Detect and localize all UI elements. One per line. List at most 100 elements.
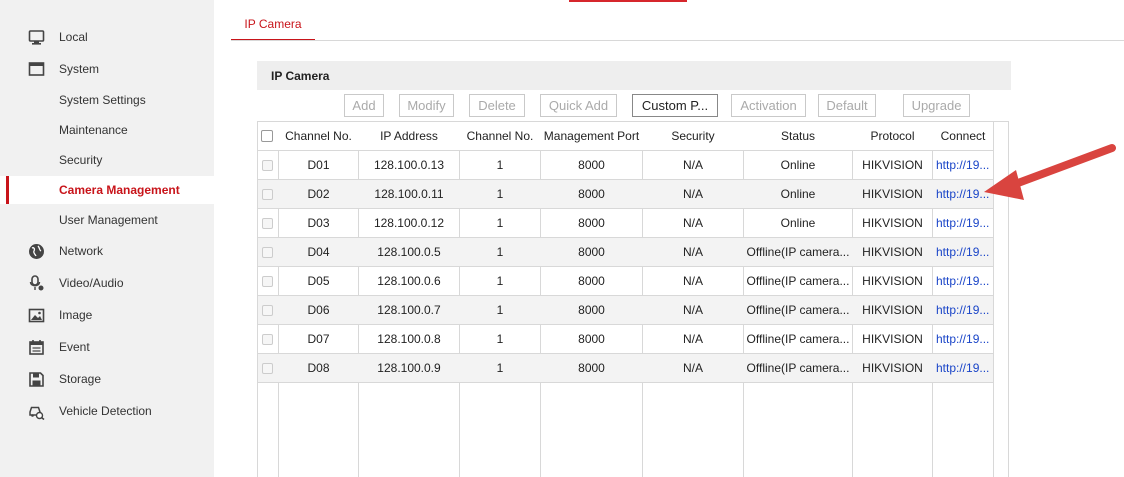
channel-cell: D04 xyxy=(307,245,330,259)
sidebar-item-local[interactable]: Local xyxy=(0,23,214,51)
connect-link[interactable]: http://19... xyxy=(933,354,993,382)
channel-cell: D06 xyxy=(307,303,330,317)
management-port-cell: 8000 xyxy=(578,216,605,230)
custom-protocol-button[interactable]: Custom P... xyxy=(632,94,718,117)
sidebar-item-security[interactable]: Security xyxy=(0,146,214,174)
row-checkbox[interactable] xyxy=(262,160,273,171)
sidebar-item-system-settings[interactable]: System Settings xyxy=(0,86,214,114)
column-header[interactable]: Protocol xyxy=(853,122,932,150)
channel-cell: D05 xyxy=(307,274,330,288)
table-row[interactable]: D05 128.100.0.6 1 8000 N/A Offline(IP camera.… xyxy=(258,267,993,296)
table-row[interactable]: D06 128.100.0.7 1 8000 N/A Offline(IP camera.… xyxy=(258,296,993,325)
sidebar-item-label: Maintenance xyxy=(59,123,128,137)
sidebar-item-user-management[interactable]: User Management xyxy=(0,206,214,234)
ip-camera-table: Channel No. IP Address Channel No. Manag… xyxy=(257,121,1009,477)
connect-link[interactable]: http://19... xyxy=(933,267,993,295)
sidebar-item-system[interactable]: System xyxy=(0,55,214,83)
channel-cell: D03 xyxy=(307,216,330,230)
sidebar-item-event[interactable]: Event xyxy=(0,333,214,361)
protocol-cell: HIKVISION xyxy=(862,245,923,259)
row-checkbox[interactable] xyxy=(262,189,273,200)
security-cell: N/A xyxy=(682,361,703,375)
channel-no-cell: 1 xyxy=(496,158,504,172)
table-row[interactable]: D04 128.100.0.5 1 8000 N/A Offline(IP camera.… xyxy=(258,238,993,267)
row-checkbox[interactable] xyxy=(262,247,273,258)
sidebar-item-maintenance[interactable]: Maintenance xyxy=(0,116,214,144)
row-checkbox[interactable] xyxy=(262,363,273,374)
status-cell: Offline(IP camera... xyxy=(746,303,850,317)
management-port-cell: 8000 xyxy=(578,187,605,201)
connect-link[interactable]: http://19... xyxy=(933,238,993,266)
channel-cell: D07 xyxy=(307,332,330,346)
management-port-cell: 8000 xyxy=(578,245,605,259)
security-cell: N/A xyxy=(682,274,703,288)
ip-address-cell: 128.100.0.9 xyxy=(377,361,441,375)
default-button[interactable]: Default xyxy=(818,94,876,117)
channel-no-cell: 1 xyxy=(496,274,504,288)
sidebar-item-label: Camera Management xyxy=(59,183,180,197)
sidebar-item-image[interactable]: Image xyxy=(0,301,214,329)
channel-no-cell: 1 xyxy=(496,187,504,201)
column-header[interactable]: Management Port xyxy=(541,122,642,150)
table-row[interactable]: D08 128.100.0.9 1 8000 N/A Offline(IP camera.… xyxy=(258,354,993,383)
sidebar: Local System System Settings Maintenance… xyxy=(0,0,214,477)
tab-ip-camera[interactable]: IP Camera xyxy=(231,10,315,41)
channel-no-cell: 1 xyxy=(496,245,504,259)
management-port-cell: 8000 xyxy=(578,274,605,288)
security-cell: N/A xyxy=(682,332,703,346)
sidebar-item-vehicle-detection[interactable]: Vehicle Detection xyxy=(0,397,214,425)
table-row[interactable]: D02 128.100.0.11 1 8000 N/A Online HIKVISION ht… xyxy=(258,180,993,209)
microphone-icon xyxy=(29,275,44,291)
row-checkbox[interactable] xyxy=(262,305,273,316)
connect-link[interactable]: http://19... xyxy=(933,325,993,353)
sidebar-item-label: User Management xyxy=(59,213,158,227)
sidebar-item-label: Event xyxy=(59,340,90,354)
status-cell: Offline(IP camera... xyxy=(746,332,850,346)
add-button[interactable]: Add xyxy=(344,94,384,117)
sidebar-item-label: System Settings xyxy=(59,93,146,107)
sidebar-item-network[interactable]: Network xyxy=(0,237,214,265)
sidebar-item-camera-management[interactable]: Camera Management xyxy=(0,176,214,204)
sidebar-item-label: Video/Audio xyxy=(59,276,124,290)
calendar-icon xyxy=(29,340,44,355)
protocol-cell: HIKVISION xyxy=(862,158,923,172)
quick-add-button[interactable]: Quick Add xyxy=(540,94,617,117)
delete-button[interactable]: Delete xyxy=(469,94,525,117)
select-all-checkbox[interactable] xyxy=(261,130,273,142)
row-checkbox[interactable] xyxy=(262,218,273,229)
row-checkbox[interactable] xyxy=(262,276,273,287)
column-header[interactable]: Status xyxy=(744,122,852,150)
modify-button[interactable]: Modify xyxy=(399,94,454,117)
management-port-cell: 8000 xyxy=(578,158,605,172)
column-header[interactable]: Channel No. xyxy=(460,122,540,150)
security-cell: N/A xyxy=(682,158,703,172)
sidebar-item-storage[interactable]: Storage xyxy=(0,365,214,393)
channel-no-cell: 1 xyxy=(496,303,504,317)
protocol-cell: HIKVISION xyxy=(862,187,923,201)
ip-address-cell: 128.100.0.8 xyxy=(377,332,441,346)
table-row[interactable]: D03 128.100.0.12 1 8000 N/A Online HIKVISION ht… xyxy=(258,209,993,238)
active-indicator xyxy=(6,176,9,204)
sidebar-item-video-audio[interactable]: Video/Audio xyxy=(0,269,214,297)
save-disk-icon xyxy=(29,372,44,387)
table-header-row: Channel No. IP Address Channel No. Manag… xyxy=(258,122,993,151)
channel-cell: D01 xyxy=(307,158,330,172)
sidebar-item-label: Storage xyxy=(59,372,102,386)
connect-link[interactable]: http://19... xyxy=(933,209,993,237)
sidebar-item-label: Vehicle Detection xyxy=(59,404,152,418)
connect-link[interactable]: http://19... xyxy=(933,296,993,324)
globe-icon xyxy=(29,244,44,259)
row-checkbox[interactable] xyxy=(262,334,273,345)
column-header[interactable]: Channel No. xyxy=(279,122,358,150)
channel-no-cell: 1 xyxy=(496,332,504,346)
table-row[interactable]: D01 128.100.0.13 1 8000 N/A Online HIKVISION ht… xyxy=(258,151,993,180)
table-row[interactable]: D07 128.100.0.8 1 8000 N/A Offline(IP camera.… xyxy=(258,325,993,354)
status-cell: Offline(IP camera... xyxy=(746,245,850,259)
upgrade-button[interactable]: Upgrade xyxy=(903,94,970,117)
activation-button[interactable]: Activation xyxy=(731,94,806,117)
status-cell: Online xyxy=(780,187,816,201)
column-header[interactable]: Security xyxy=(643,122,743,150)
column-header[interactable]: IP Address xyxy=(359,122,459,150)
protocol-cell: HIKVISION xyxy=(862,303,923,317)
annotation-arrow xyxy=(984,144,1116,200)
